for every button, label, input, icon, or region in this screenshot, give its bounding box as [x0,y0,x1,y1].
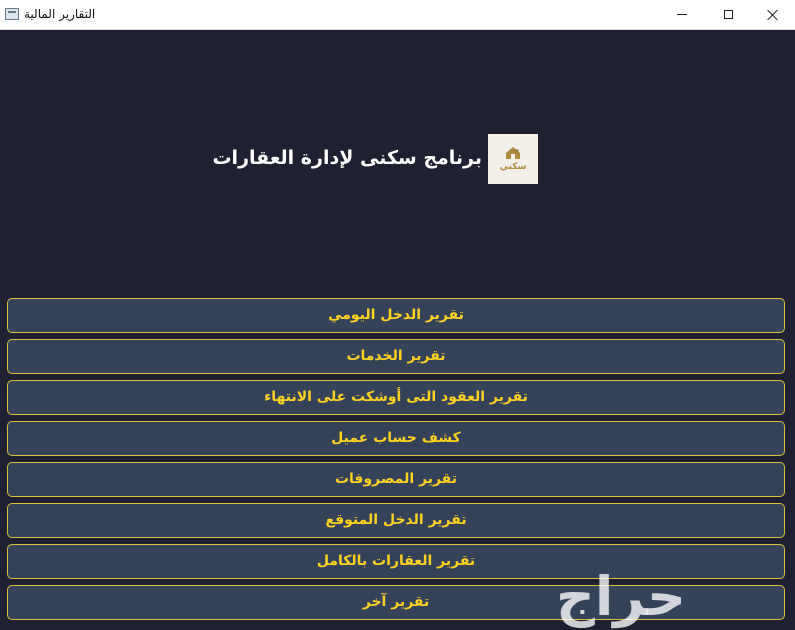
services-report-button[interactable]: تقرير الخدمات [7,339,785,374]
expected-income-report-button[interactable]: تقرير الدخل المتوقع [7,503,785,538]
app-title: برنامج سكنى لإدارة العقارات [212,147,482,169]
logo-text: سكني [499,162,527,172]
expiring-contracts-report-button[interactable]: تقرير العقود التى أوشكت على الانتهاء [7,380,785,415]
app-logo: سكني [488,134,538,184]
client-statement-button[interactable]: كشف حساب عميل [7,421,785,456]
window-title: التقارير المالية [24,7,96,21]
other-report-button[interactable]: تقرير آخر [7,585,785,620]
all-properties-report-button[interactable]: تقرير العقارات بالكامل [7,544,785,579]
app-header: سكني برنامج سكنى لإدارة العقارات [0,134,795,184]
close-icon [767,9,779,21]
expenses-report-button[interactable]: تقرير المصروفات [7,462,785,497]
reports-menu: تقرير الدخل اليومي تقرير الخدمات تقرير ا… [7,298,785,626]
maximize-button[interactable] [705,0,751,29]
minimize-button[interactable] [659,0,705,29]
maximize-icon [723,10,733,19]
title-bar[interactable]: التقارير المالية [0,0,795,30]
daily-income-report-button[interactable]: تقرير الدخل اليومي [7,298,785,333]
report-window: التقارير المالية سكني برنامج سكنى لإدارة… [0,0,795,630]
window-app-icon [5,8,19,20]
house-logo-icon [504,146,522,160]
close-button[interactable] [750,0,795,29]
minimize-icon [677,14,687,15]
